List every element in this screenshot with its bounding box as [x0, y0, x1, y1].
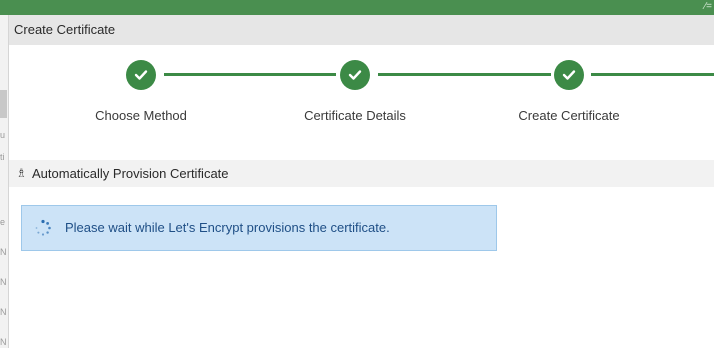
background-strip-mark: e: [0, 217, 6, 227]
step-connector: [164, 73, 336, 76]
dialog-header: Create Certificate: [9, 15, 714, 45]
checkmark-icon: [348, 70, 362, 80]
background-strip-mark: N: [0, 277, 7, 287]
step-2-complete: [340, 60, 370, 90]
background-strip-mark: u: [0, 130, 6, 140]
background-strip-mark: N: [0, 247, 7, 257]
step-label-choose-method: Choose Method: [95, 108, 187, 123]
top-bar: ⁄=: [0, 0, 714, 15]
checkmark-icon: [134, 70, 148, 80]
step-label-certificate-details: Certificate Details: [304, 108, 406, 123]
dialog-title: Create Certificate: [14, 22, 116, 37]
background-strip-block: [0, 90, 7, 118]
step-connector: [591, 73, 714, 76]
status-message-text: Please wait while Let's Encrypt provisio…: [65, 220, 390, 235]
spinner-icon: [35, 219, 51, 236]
step-1-complete: [126, 60, 156, 90]
background-strip-mark: N: [0, 337, 7, 347]
background-sidebar-strip: u ti e N N N N: [0, 15, 9, 348]
background-strip-mark: N: [0, 307, 7, 317]
background-strip-mark: ti: [0, 152, 5, 162]
checkmark-icon: [562, 70, 576, 80]
provisioning-status-message: Please wait while Let's Encrypt provisio…: [21, 205, 497, 251]
wizard-stepper: Choose Method Certificate Details Create…: [9, 60, 714, 130]
create-certificate-dialog: Create Certificate Choose Method Certifi…: [9, 15, 714, 348]
step-label-create-certificate: Create Certificate: [518, 108, 620, 123]
section-title: Automatically Provision Certificate: [32, 166, 229, 181]
step-3-complete: [554, 60, 584, 90]
step-connector: [378, 73, 551, 76]
section-header: ♗ Automatically Provision Certificate: [9, 160, 714, 187]
pin-icon[interactable]: ⁄=: [704, 0, 712, 15]
certificate-icon: ♗: [16, 166, 27, 180]
